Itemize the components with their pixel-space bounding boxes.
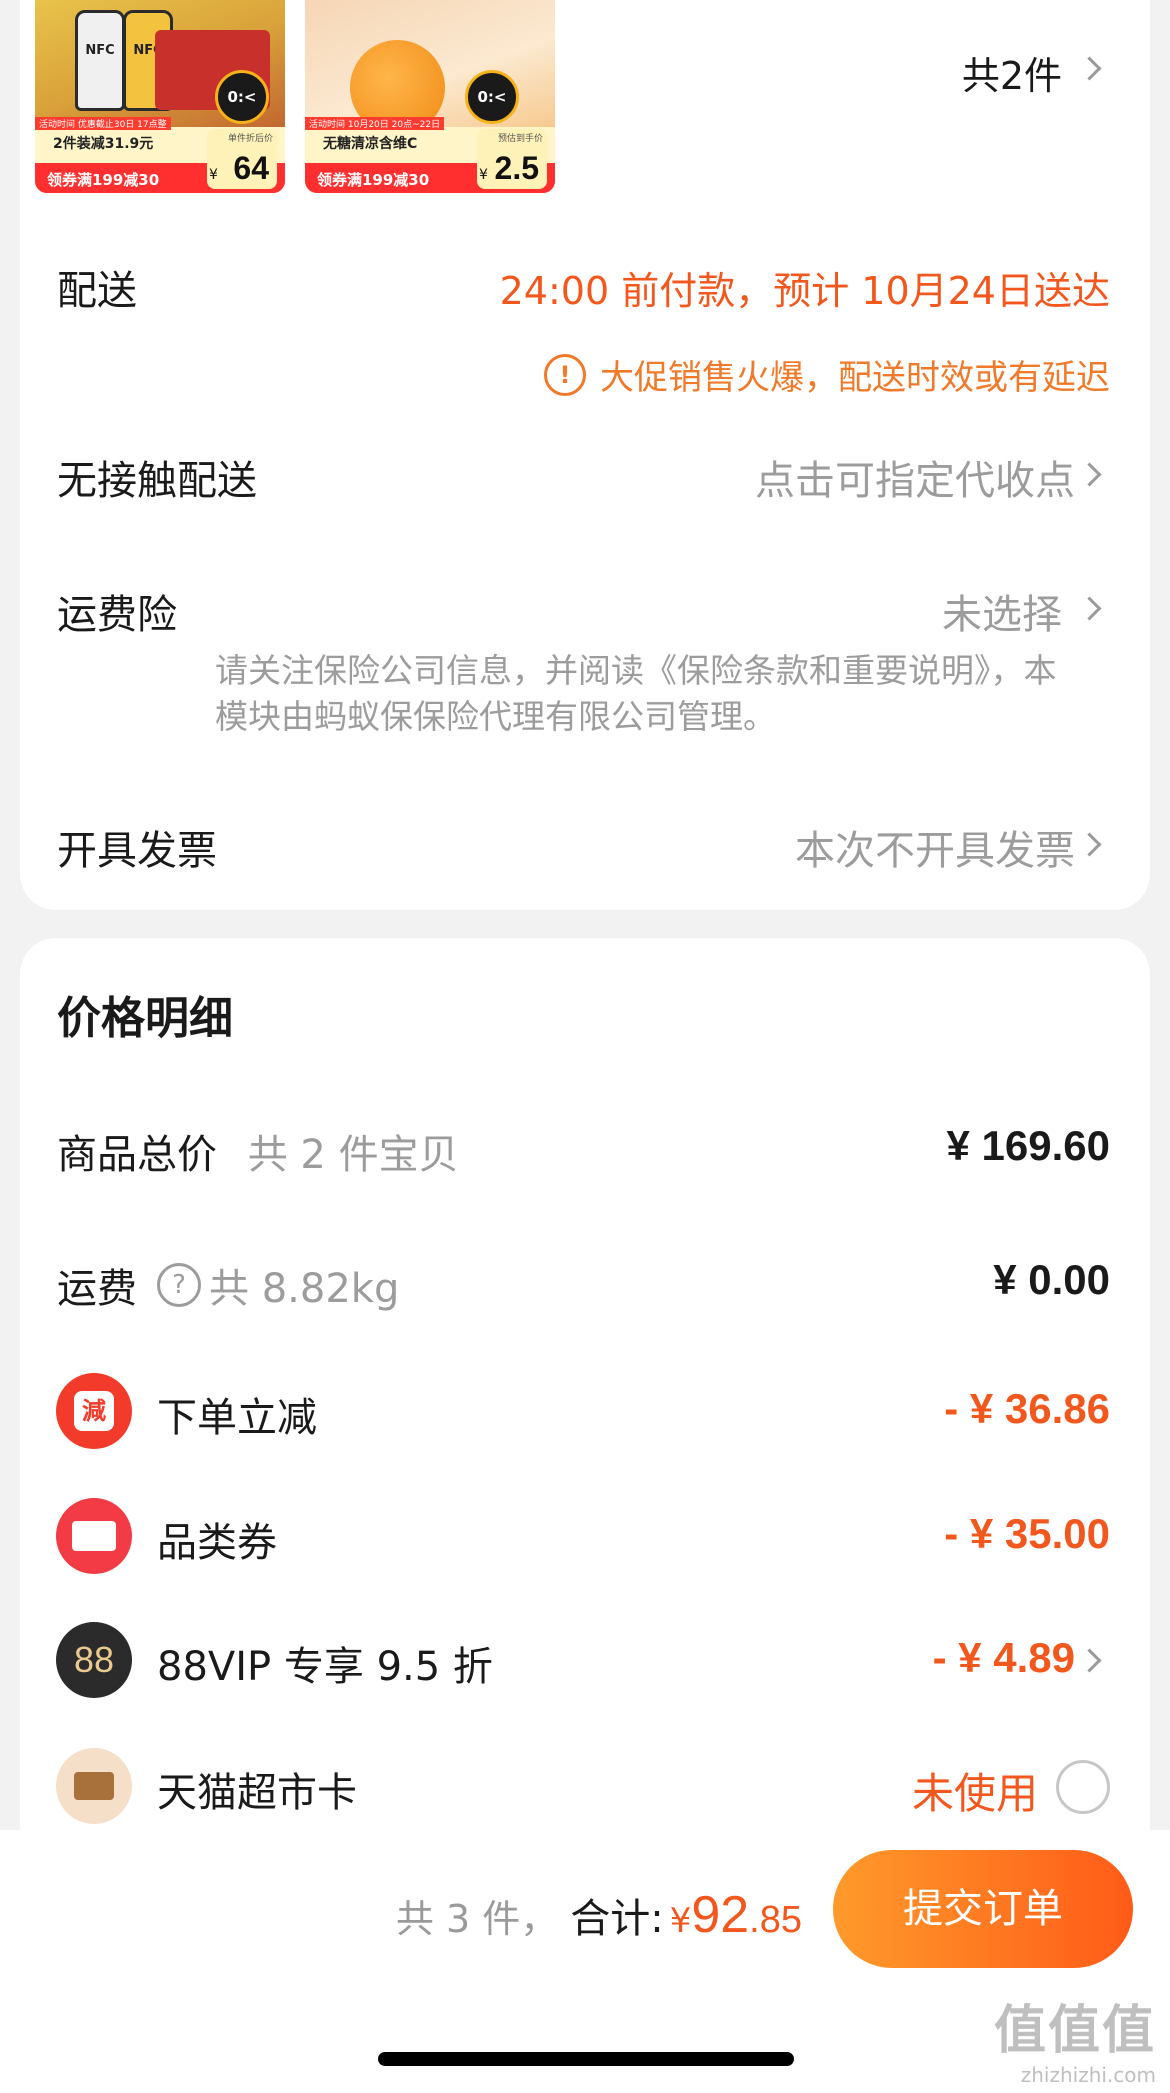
tmall-card-label: 天猫超市卡 [157,1770,357,1816]
watermark: 值值值 zhizhizhi.com [994,1988,1156,2087]
price-detail-title: 价格明细 [57,993,233,1044]
jian-icon: 減 [56,1373,132,1449]
total-amount-integer: 92 [691,1886,750,1944]
bottle-image: NFC [75,10,125,111]
tmall-cat-icon: 0:< [465,70,519,124]
vip-icon: 88 [56,1622,132,1698]
delivery-warning-text: 大促销售火爆，配送时效或有延迟 [600,358,1110,398]
insurance-label: 运费险 [57,592,177,638]
invoice-label: 开具发票 [57,828,217,874]
delivery-warning: ! 大促销售火爆，配送时效或有延迟 [544,350,1110,399]
order-discount-amount: - ¥ 36.86 [944,1385,1110,1432]
price-tag: 单件折后价 ¥ 64 [207,129,277,189]
goods-total-row: 商品总价 共 2 件宝贝 [57,1122,459,1180]
coupon-icon [56,1498,132,1574]
vip-discount-amount: - ¥ 4.89 [932,1634,1075,1681]
product-thumbnail[interactable]: NFC NFC 0:< 活动时间 优惠截止30日 17点整 2件装减31.9元 … [35,0,285,193]
help-icon[interactable]: ? [157,1263,201,1307]
item-count: 共2件 [961,54,1062,98]
goods-total-amount: ¥ 169.60 [946,1122,1111,1169]
goods-count: 共 2 件宝贝 [247,1132,459,1178]
total-currency: ¥ [669,1901,692,1941]
total-item-count: 共 3 件， [395,1897,559,1941]
order-discount-label: 下单立减 [157,1395,317,1441]
shipping-weight: 共 8.82kg [209,1266,400,1312]
watermark-logo: 值值值 [993,2001,1156,2061]
order-total: 共 3 件， 合计: ¥ 92 .85 [396,1885,802,1945]
shipping-label: 运费 [57,1266,137,1312]
price-tag: 预估到手价 ¥ 2.5 [477,129,547,189]
home-indicator [378,2052,794,2066]
tmall-cat-icon: 0:< [215,70,269,124]
category-coupon-label: 品类券 [157,1520,277,1566]
card-icon [56,1748,132,1824]
watermark-url: zhizhizhi.com [1020,2063,1156,2087]
invoice-value: 本次不开具发票 [795,828,1075,874]
product-thumbnail[interactable]: 0:< 活动时间 10月20日 20点~22日 无糖清凉含维C 领券满199减3… [305,0,555,193]
total-amount-decimal: .85 [749,1899,802,1941]
category-coupon-amount: - ¥ 35.00 [944,1510,1110,1557]
insurance-value: 未选择 [942,592,1062,638]
contactless-value: 点击可指定代收点 [755,458,1075,504]
submit-order-button[interactable]: 提交订单 [833,1850,1133,1968]
contactless-label: 无接触配送 [57,458,257,504]
delivery-label: 配送 [57,268,137,314]
vip-discount-label: 88VIP 专享 9.5 折 [157,1644,493,1690]
insurance-note: 请关注保险公司信息，并阅读《保险条款和重要说明》，本模块由蚂蚁保保险代理有限公司… [215,651,1057,736]
delivery-estimate: 24:00 前付款，预计 10月24日送达 [499,269,1110,313]
total-label: 合计: [570,1896,664,1942]
shipping-row: 运费 ? 共 8.82kg [57,1256,399,1314]
tmall-card-status: 未使用 [911,1769,1038,1818]
goods-total-label: 商品总价 [57,1132,217,1178]
shipping-amount: ¥ 0.00 [993,1256,1110,1303]
tmall-card-radio[interactable] [1056,1760,1110,1814]
warning-icon: ! [544,353,586,396]
